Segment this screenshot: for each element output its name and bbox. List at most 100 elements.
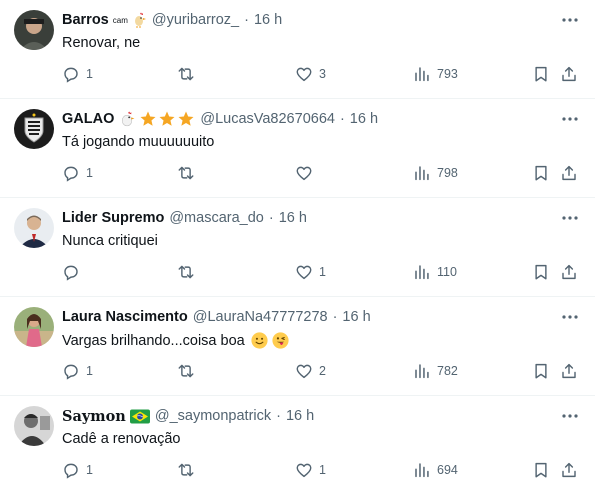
timestamp[interactable]: 16 h — [342, 309, 370, 325]
avatar[interactable] — [14, 208, 54, 248]
star-icon — [178, 111, 194, 126]
reply-item[interactable]: Laura Nascimento @LauraNa47777278 · 16 h… — [0, 297, 595, 396]
reply-item[interactable]: Saymon @_saymonpatrick · 16 h Cadê a ren… — [0, 396, 595, 491]
retweet-icon — [178, 265, 194, 279]
reply-button[interactable]: 1 — [62, 361, 93, 381]
bookmark-icon — [535, 462, 547, 478]
views-button[interactable]: 798 — [413, 163, 458, 183]
reply-text: Nunca critiquei — [62, 233, 158, 249]
more-options-icon[interactable] — [559, 109, 581, 129]
like-button[interactable]: 1 — [295, 262, 326, 282]
reply-button[interactable]: 1 — [62, 460, 93, 480]
timestamp[interactable]: 16 h — [254, 12, 282, 28]
action-bar: 1 1 694 — [60, 460, 585, 480]
bookmark-icon — [535, 363, 547, 379]
views-button[interactable]: 694 — [413, 460, 458, 480]
retweet-icon — [178, 364, 194, 378]
retweet-button[interactable] — [177, 460, 201, 480]
share-icon — [562, 165, 576, 181]
timestamp[interactable]: 16 h — [350, 111, 378, 127]
avatar[interactable] — [14, 10, 54, 50]
display-name[interactable]: Laura Nascimento — [62, 309, 188, 325]
slightly-smiling-face-icon — [251, 332, 268, 349]
like-count: 1 — [319, 265, 326, 279]
star-icon — [159, 111, 175, 126]
views-button[interactable]: 793 — [413, 64, 458, 84]
avatar[interactable] — [14, 307, 54, 347]
bookmark-button[interactable] — [532, 460, 550, 480]
reply-item[interactable]: Barros cam @yuribarroz_ · 16 h Renovar, … — [0, 0, 595, 99]
reply-item[interactable]: GALAO @LucasVa82670664 · 16 h Tá jogando… — [0, 99, 595, 198]
retweet-icon — [178, 463, 194, 477]
like-count: 1 — [319, 463, 326, 477]
views-icon — [415, 364, 429, 379]
more-options-icon[interactable] — [559, 208, 581, 228]
reply-count: 1 — [86, 463, 93, 477]
reply-icon — [64, 166, 78, 182]
retweet-button[interactable] — [177, 361, 201, 381]
avatar[interactable] — [14, 406, 54, 446]
retweet-button[interactable] — [177, 64, 201, 84]
reply-text: Renovar, ne — [62, 35, 141, 51]
reply-button[interactable] — [62, 262, 86, 282]
avatar[interactable] — [14, 109, 54, 149]
reply-button[interactable]: 1 — [62, 163, 93, 183]
name-badge — [129, 409, 150, 424]
reply-header: Lider Supremo @mascara_do · 16 h — [62, 208, 307, 228]
reply-button[interactable]: 1 — [62, 64, 93, 84]
user-handle[interactable]: @LucasVa82670664 — [200, 111, 335, 127]
bookmark-button[interactable] — [532, 64, 550, 84]
brazil-flag-icon — [129, 409, 150, 423]
display-name[interactable]: Lider Supremo — [62, 210, 164, 226]
retweet-button[interactable] — [177, 262, 201, 282]
share-button[interactable] — [560, 163, 578, 183]
more-options-icon[interactable] — [559, 307, 581, 327]
share-button[interactable] — [560, 460, 578, 480]
more-options-icon[interactable] — [559, 406, 581, 426]
heart-icon — [296, 364, 312, 379]
user-handle[interactable]: @yuribarroz_ — [152, 12, 239, 28]
reply-text-row: Vargas brilhando...coisa boa — [62, 332, 289, 349]
view-count: 110 — [437, 265, 457, 279]
user-handle[interactable]: @_saymonpatrick — [155, 408, 271, 424]
share-button[interactable] — [560, 361, 578, 381]
reply-count: 1 — [86, 67, 93, 81]
reply-item[interactable]: Lider Supremo @mascara_do · 16 h Nunca c… — [0, 198, 595, 297]
bookmark-button[interactable] — [532, 361, 550, 381]
action-bar: 1 110 — [60, 262, 585, 282]
views-button[interactable]: 110 — [413, 262, 457, 282]
view-count: 694 — [437, 463, 458, 477]
share-icon — [562, 462, 576, 478]
reply-header: GALAO @LucasVa82670664 · 16 h — [62, 109, 378, 129]
reply-text: Cadê a renovação — [62, 431, 181, 447]
retweet-button[interactable] — [177, 163, 201, 183]
views-button[interactable]: 782 — [413, 361, 458, 381]
star-icon — [140, 111, 156, 126]
display-name[interactable]: Saymon — [62, 408, 126, 425]
like-button[interactable] — [295, 163, 319, 183]
like-count: 3 — [319, 67, 326, 81]
share-button[interactable] — [560, 262, 578, 282]
retweet-icon — [178, 166, 194, 180]
rooster-icon — [134, 12, 146, 28]
like-button[interactable]: 3 — [295, 64, 326, 84]
share-button[interactable] — [560, 64, 578, 84]
timestamp[interactable]: 16 h — [286, 408, 314, 424]
name-badge: cam — [113, 12, 147, 28]
reply-icon — [64, 364, 78, 380]
like-button[interactable]: 1 — [295, 460, 326, 480]
user-handle[interactable]: @LauraNa47777278 — [193, 309, 328, 325]
bookmark-button[interactable] — [532, 163, 550, 183]
view-count: 798 — [437, 166, 458, 180]
display-name[interactable]: GALAO — [62, 111, 114, 127]
user-handle[interactable]: @mascara_do — [169, 210, 264, 226]
heart-icon — [296, 67, 312, 82]
display-name[interactable]: Barros — [62, 12, 109, 28]
bookmark-button[interactable] — [532, 262, 550, 282]
reply-header: Laura Nascimento @LauraNa47777278 · 16 h — [62, 307, 371, 327]
more-options-icon[interactable] — [559, 10, 581, 30]
timestamp[interactable]: 16 h — [279, 210, 307, 226]
bookmark-icon — [535, 165, 547, 181]
like-button[interactable]: 2 — [295, 361, 326, 381]
action-bar: 1 798 — [60, 163, 585, 183]
